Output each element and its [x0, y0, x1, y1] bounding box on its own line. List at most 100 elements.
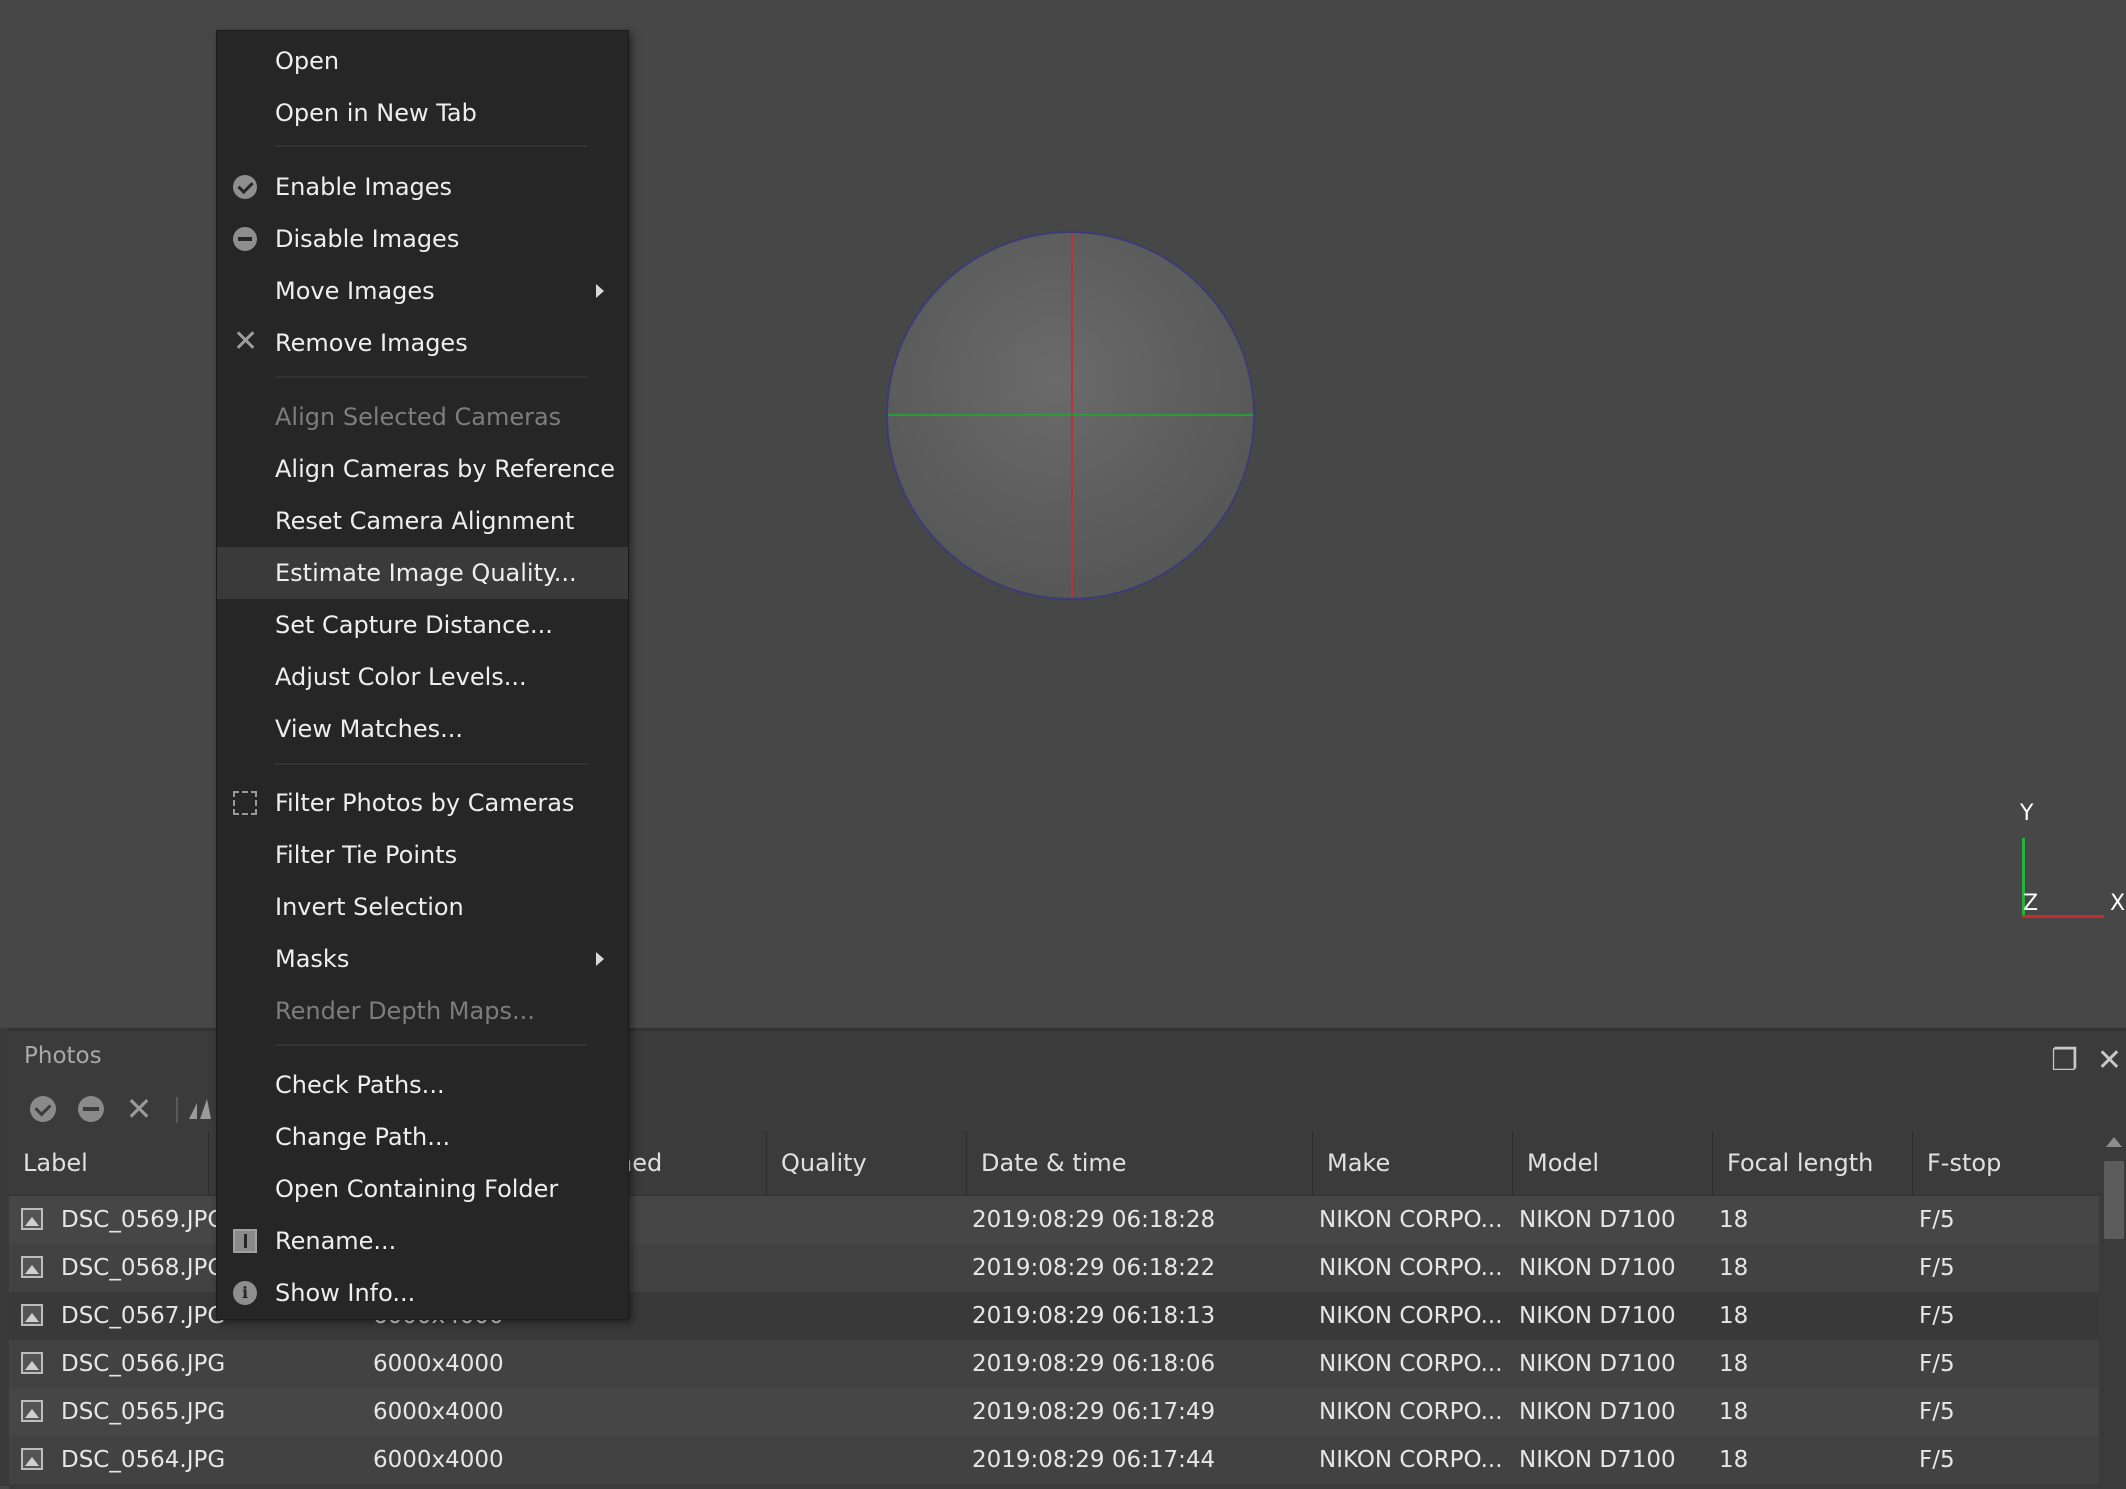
- filter-cameras-button[interactable]: [180, 1089, 220, 1129]
- column-focal-length[interactable]: Focal length: [1713, 1131, 1913, 1195]
- menu-item-view-matches[interactable]: View Matches...: [217, 703, 628, 755]
- menu-item-rename[interactable]: Rename...: [217, 1215, 628, 1267]
- cell-focal: 18: [1719, 1303, 1749, 1329]
- menu-item-enable-images[interactable]: Enable Images: [217, 161, 628, 213]
- close-panel-icon[interactable]: ✕: [2097, 1043, 2122, 1078]
- table-row[interactable]: DSC_0566.JPG 6000x4000 2019:08:29 06:18:…: [9, 1340, 2099, 1388]
- y-axis-label: Y: [2020, 801, 2034, 826]
- menu-item-remove-images[interactable]: ✕ Remove Images: [217, 317, 628, 369]
- column-model[interactable]: Model: [1513, 1131, 1713, 1195]
- sphere-horizontal-axis: [888, 414, 1253, 416]
- cell-model: NIKON D7100: [1519, 1351, 1676, 1377]
- cell-size: 6000x4000: [373, 1351, 504, 1377]
- enable-images-button[interactable]: [23, 1089, 63, 1129]
- cell-make: NIKON CORPO...: [1319, 1255, 1503, 1281]
- menu-item-adjust-color-levels[interactable]: Adjust Color Levels...: [217, 651, 628, 703]
- cell-focal: 18: [1719, 1207, 1749, 1233]
- menu-item-align-by-reference[interactable]: Align Cameras by Reference: [217, 443, 628, 495]
- submenu-arrow-icon: [596, 284, 604, 298]
- check-circle-icon: [30, 1096, 56, 1122]
- menu-item-set-capture-distance[interactable]: Set Capture Distance...: [217, 599, 628, 651]
- cell-model: NIKON D7100: [1519, 1447, 1676, 1473]
- cell-focal: 18: [1719, 1399, 1749, 1425]
- cell-label: DSC_0569.JPG: [61, 1207, 226, 1233]
- rename-icon: [233, 1229, 257, 1253]
- photo-icon: [21, 1448, 43, 1470]
- cell-date: 2019:08:29 06:18:22: [972, 1255, 1216, 1281]
- check-circle-icon: [233, 175, 257, 199]
- column-date-time[interactable]: Date & time: [967, 1131, 1313, 1195]
- photo-icon: [21, 1352, 43, 1374]
- column-label[interactable]: Label: [9, 1131, 209, 1195]
- cell-label: DSC_0565.JPG: [61, 1399, 226, 1425]
- float-panel-icon[interactable]: ❐: [2051, 1043, 2078, 1078]
- menu-item-open[interactable]: Open: [217, 35, 628, 87]
- menu-separator: [275, 763, 587, 765]
- cell-label: DSC_0566.JPG: [61, 1351, 226, 1377]
- menu-separator: [275, 376, 587, 378]
- menu-separator: [275, 145, 587, 147]
- photo-icon: [21, 1304, 43, 1326]
- toolbar-divider: [176, 1097, 178, 1123]
- menu-item-align-selected-cameras: Align Selected Cameras: [275, 403, 562, 431]
- menu-item-estimate-quality[interactable]: Estimate Image Quality...: [217, 547, 628, 599]
- cell-model: NIKON D7100: [1519, 1255, 1676, 1281]
- column-make[interactable]: Make: [1313, 1131, 1513, 1195]
- cell-make: NIKON CORPO...: [1319, 1207, 1503, 1233]
- minus-circle-icon: [233, 227, 257, 251]
- z-axis-label: Z: [2023, 891, 2039, 916]
- minus-circle-icon: [78, 1096, 104, 1122]
- cell-fstop: F/5: [1919, 1351, 1955, 1377]
- cell-label: DSC_0564.JPG: [61, 1447, 226, 1473]
- cell-date: 2019:08:29 06:18:13: [972, 1303, 1216, 1329]
- cell-make: NIKON CORPO...: [1319, 1351, 1503, 1377]
- menu-item-filter-photos[interactable]: Filter Photos by Cameras: [217, 777, 628, 829]
- cell-label: DSC_0568.JPG: [61, 1255, 226, 1281]
- filter-cameras-icon: [233, 791, 257, 815]
- cell-make: NIKON CORPO...: [1319, 1447, 1503, 1473]
- filter-cameras-icon: [189, 1099, 211, 1119]
- table-row[interactable]: DSC_0565.JPG 6000x4000 2019:08:29 06:17:…: [9, 1388, 2099, 1436]
- menu-item-open-containing-folder[interactable]: Open Containing Folder: [217, 1163, 628, 1215]
- column-quality[interactable]: Quality: [767, 1131, 967, 1195]
- menu-item-filter-tie-points[interactable]: Filter Tie Points: [217, 829, 628, 881]
- menu-item-invert-selection[interactable]: Invert Selection: [217, 881, 628, 933]
- menu-item-check-paths[interactable]: Check Paths...: [217, 1059, 628, 1111]
- photo-icon: [21, 1256, 43, 1278]
- cell-make: NIKON CORPO...: [1319, 1399, 1503, 1425]
- disable-images-button[interactable]: [71, 1089, 111, 1129]
- cell-fstop: F/5: [1919, 1303, 1955, 1329]
- menu-item-change-path[interactable]: Change Path...: [217, 1111, 628, 1163]
- remove-images-button[interactable]: ✕: [119, 1089, 159, 1129]
- menu-item-open-new-tab[interactable]: Open in New Tab: [217, 87, 628, 139]
- cell-fstop: F/5: [1919, 1399, 1955, 1425]
- cell-focal: 18: [1719, 1351, 1749, 1377]
- menu-item-show-info[interactable]: i Show Info...: [217, 1267, 628, 1319]
- cell-size: 6000x4000: [373, 1399, 504, 1425]
- x-axis-label: X: [2110, 891, 2126, 916]
- submenu-arrow-icon: [596, 952, 604, 966]
- cell-size: 6000x4000: [373, 1447, 504, 1473]
- table-row[interactable]: DSC_0564.JPG 6000x4000 2019:08:29 06:17:…: [9, 1436, 2099, 1484]
- menu-item-move-images[interactable]: Move Images: [217, 265, 628, 317]
- table-scrollbar[interactable]: [2102, 1131, 2126, 1489]
- cell-focal: 18: [1719, 1255, 1749, 1281]
- scroll-up-icon[interactable]: [2106, 1137, 2122, 1147]
- close-icon: ✕: [125, 1090, 153, 1128]
- cell-fstop: F/5: [1919, 1447, 1955, 1473]
- cell-label: DSC_0567.JPG: [61, 1303, 226, 1329]
- column-f-stop[interactable]: F-stop: [1913, 1131, 2099, 1195]
- cell-date: 2019:08:29 06:18:28: [972, 1207, 1216, 1233]
- close-icon: ✕: [233, 324, 259, 359]
- menu-item-masks[interactable]: Masks: [217, 933, 628, 985]
- context-menu: Open Open in New Tab Enable Images Disab…: [216, 30, 629, 1320]
- menu-separator: [275, 1044, 587, 1046]
- cell-model: NIKON D7100: [1519, 1303, 1676, 1329]
- cell-fstop: F/5: [1919, 1207, 1955, 1233]
- cell-model: NIKON D7100: [1519, 1207, 1676, 1233]
- scroll-thumb[interactable]: [2104, 1161, 2124, 1239]
- menu-item-reset-alignment[interactable]: Reset Camera Alignment: [217, 495, 628, 547]
- photo-icon: [21, 1208, 43, 1230]
- menu-item-disable-images[interactable]: Disable Images: [217, 213, 628, 265]
- menu-item-render-depth-maps: Render Depth Maps...: [275, 997, 535, 1025]
